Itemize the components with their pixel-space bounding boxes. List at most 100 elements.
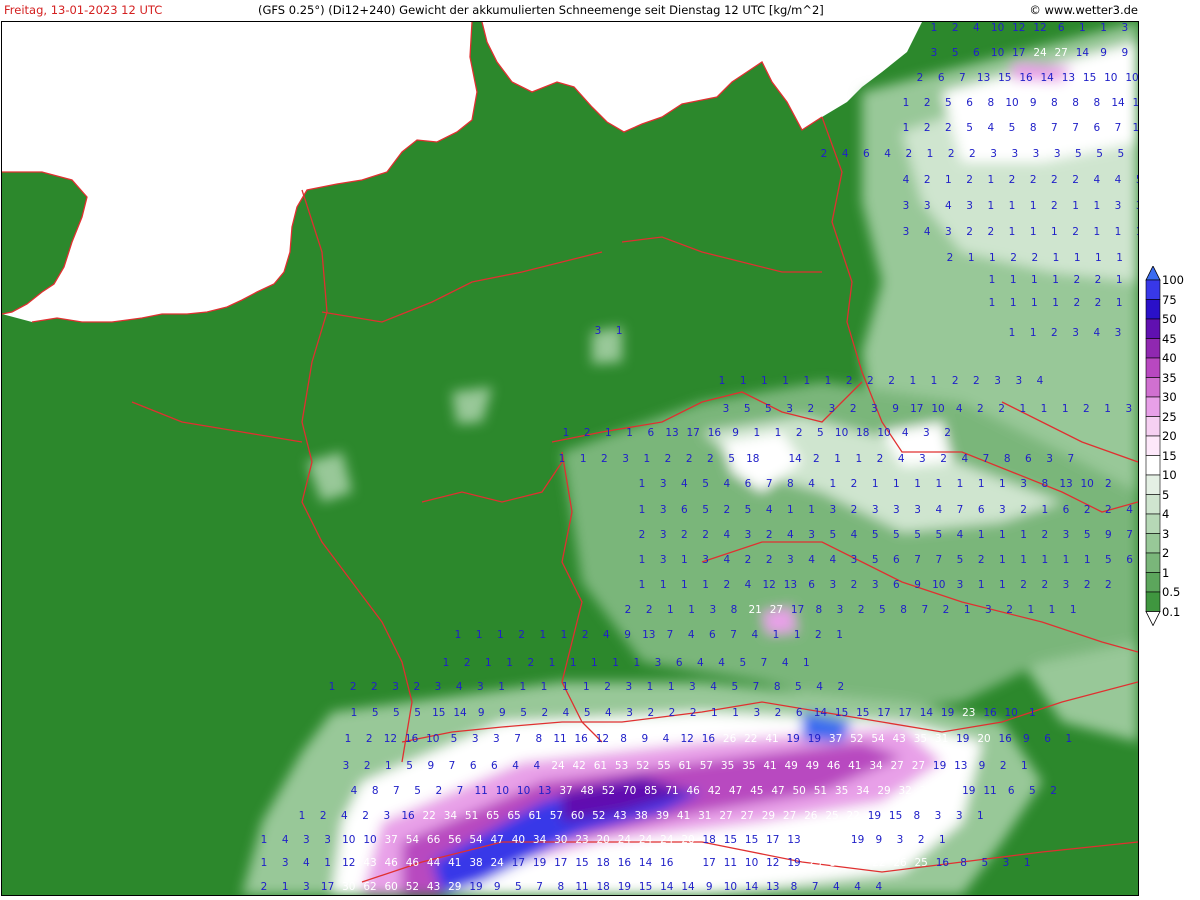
grid-value: 27 — [891, 760, 904, 772]
grid-value: 10 — [991, 22, 1004, 34]
grid-value: 2 — [998, 403, 1005, 415]
grid-value: 4 — [723, 478, 730, 490]
grid-value: 5 — [817, 427, 824, 439]
grid-value: 1 — [485, 657, 492, 669]
grid-value: 1 — [872, 478, 879, 490]
grid-value: 3 — [1015, 375, 1022, 387]
grid-value: 5 — [414, 785, 421, 797]
grid-value: 22 — [847, 810, 860, 822]
grid-value: 3 — [723, 403, 730, 415]
grid-value: 2 — [371, 681, 378, 693]
grid-value: 27 — [1055, 47, 1068, 59]
grid-value: 3 — [660, 554, 667, 566]
grid-value: 5 — [872, 554, 879, 566]
grid-value: 10 — [363, 834, 376, 846]
grid-value: 15 — [856, 707, 869, 719]
grid-value: 3 — [1121, 22, 1128, 34]
grid-value: 5 — [966, 122, 973, 134]
grid-value: 14 — [639, 857, 653, 869]
grid-value: 41 — [848, 760, 861, 772]
grid-value: 3 — [383, 810, 390, 822]
grid-value: 4 — [903, 174, 910, 186]
grid-value: 1 — [939, 834, 946, 846]
grid-value: 2 — [584, 427, 591, 439]
grid-value: 6 — [470, 760, 477, 772]
grid-value: 2 — [775, 707, 782, 719]
grid-value: 6 — [808, 579, 815, 591]
grid-value: 1 — [1010, 297, 1017, 309]
grid-value: 3 — [626, 707, 633, 719]
grid-value: 22 — [423, 810, 436, 822]
grid-value: 50 — [793, 785, 806, 797]
grid-value: 7 — [1072, 122, 1079, 134]
grid-value: 49 — [806, 760, 819, 772]
grid-value: 1 — [591, 657, 598, 669]
grid-value: 1 — [519, 681, 526, 693]
grid-value: 4 — [351, 785, 358, 797]
grid-value: 5 — [872, 529, 879, 541]
grid-value: 39 — [656, 810, 669, 822]
grid-value: 5 — [1084, 529, 1091, 541]
grid-value: 1 — [580, 453, 587, 465]
grid-value: 1 — [345, 733, 352, 745]
grid-value: 16 — [401, 810, 415, 822]
grid-value: 8 — [535, 733, 542, 745]
grid-value: 7 — [812, 881, 819, 893]
legend-swatch — [1145, 513, 1161, 534]
map-panel: 1241012126113435610172427149992671315161… — [1, 21, 1139, 896]
grid-value: 1 — [775, 427, 782, 439]
grid-value: 2 — [681, 529, 688, 541]
grid-value: 4 — [884, 148, 891, 160]
grid-value: 19 — [962, 785, 975, 797]
grid-value: 4 — [957, 529, 964, 541]
grid-value: 7 — [730, 629, 737, 641]
grid-value: 51 — [814, 785, 827, 797]
grid-value: 1 — [1062, 403, 1069, 415]
grid-value: 2 — [969, 148, 976, 160]
grid-value: 2 — [435, 785, 442, 797]
grid-value: 19 — [868, 810, 881, 822]
grid-value: 4 — [681, 478, 688, 490]
grid-value: 1 — [957, 478, 964, 490]
grid-value: 3 — [392, 681, 399, 693]
grid-value: 21 — [749, 604, 762, 616]
grid-value: 21 — [767, 453, 780, 465]
grid-value: 2 — [1010, 252, 1017, 264]
grid-value: 17 — [703, 857, 716, 869]
grid-value: 4 — [875, 881, 882, 893]
grid-value: 18 — [597, 881, 610, 893]
grid-value: 19 — [533, 857, 546, 869]
grid-value: 12 — [596, 733, 609, 745]
grid-value: 6 — [1093, 122, 1100, 134]
grid-value: 3 — [1136, 200, 1138, 212]
grid-value: 19 — [851, 834, 864, 846]
grid-value: 48 — [581, 785, 594, 797]
grid-value: 3 — [829, 579, 836, 591]
grid-value: 15 — [835, 707, 848, 719]
grid-value: 32 — [899, 785, 912, 797]
grid-value: 16 — [999, 733, 1013, 745]
grid-value: 7 — [393, 785, 400, 797]
grid-value: 55 — [657, 760, 670, 772]
grid-value: 3 — [872, 504, 879, 516]
grid-value: 2 — [690, 707, 697, 719]
grid-value: 1 — [1070, 604, 1077, 616]
grid-value: 2 — [796, 427, 803, 439]
grid-value: 4 — [808, 554, 815, 566]
grid-value: 34 — [444, 810, 458, 822]
grid-value: 1 — [261, 857, 268, 869]
grid-value: 1 — [570, 657, 577, 669]
grid-value: 1 — [1079, 22, 1086, 34]
grid-value: 1 — [506, 657, 513, 669]
grid-value: 1 — [794, 629, 801, 641]
grid-value: 3 — [897, 834, 904, 846]
grid-value: 17 — [899, 707, 912, 719]
grid-value: 1 — [498, 681, 505, 693]
grid-value: 2 — [1051, 174, 1058, 186]
grid-value: 1 — [836, 629, 843, 641]
grid-value: 1 — [989, 297, 996, 309]
grid-value: 1 — [1030, 200, 1037, 212]
grid-value: 2 — [1000, 760, 1007, 772]
grid-value: 8 — [787, 478, 794, 490]
grid-value: 34 — [533, 834, 547, 846]
